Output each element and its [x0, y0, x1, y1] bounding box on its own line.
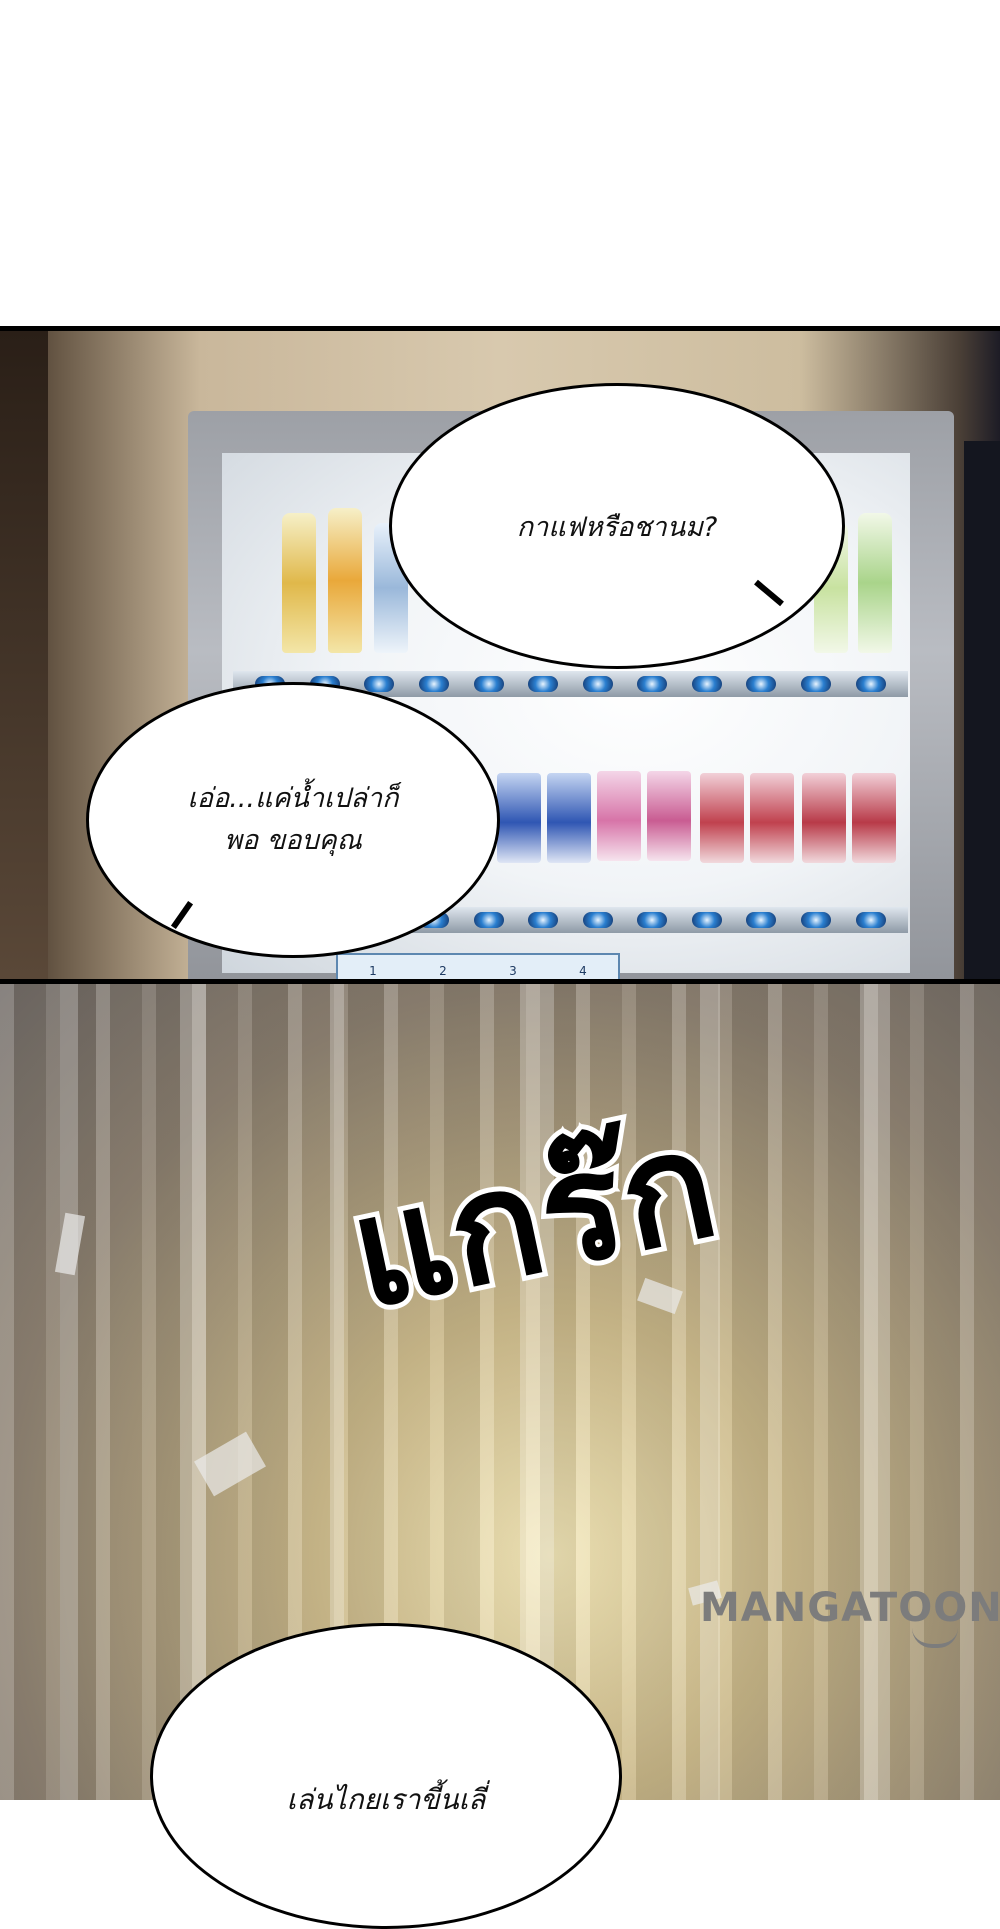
- speech-text-line: เอ่อ...แค่น้ำเปล่าก็: [187, 783, 399, 814]
- selection-button[interactable]: [637, 912, 668, 928]
- watermark-logo: MANGATOON: [700, 1585, 1000, 1631]
- drink-can: [497, 773, 541, 863]
- selection-button[interactable]: [419, 676, 450, 692]
- drink-can: [802, 773, 846, 863]
- drink-can: [852, 773, 896, 863]
- speech-text-partial: เล่นไกยเราขี้นเลี่: [286, 1783, 486, 1816]
- light-streak: [700, 984, 720, 1800]
- selection-button[interactable]: [582, 676, 613, 692]
- speech-bubble-top: กาแฟหรือชานม?: [389, 383, 845, 669]
- drink-bottle: [858, 513, 892, 653]
- wall-shadow-left: [0, 331, 48, 979]
- speech-bubble-left: เอ่อ...แค่น้ำเปล่าก็ พอ ขอบคุณ: [86, 682, 500, 958]
- selection-button[interactable]: [528, 676, 559, 692]
- selection-button[interactable]: [855, 676, 886, 692]
- selection-button[interactable]: [637, 676, 668, 692]
- light-streak: [180, 984, 206, 1800]
- selection-button[interactable]: [691, 676, 722, 692]
- speech-text: กาแฟหรือชานม?: [516, 511, 718, 543]
- speech-bubble-bottom: เล่นไกยเราขี้นเลี่: [150, 1623, 622, 1929]
- dark-object-right: [964, 441, 1000, 979]
- selection-button[interactable]: [801, 912, 832, 928]
- selection-button[interactable]: [801, 676, 832, 692]
- drink-can: [597, 771, 641, 861]
- selection-button[interactable]: [746, 912, 777, 928]
- drink-can: [700, 773, 744, 863]
- selection-button[interactable]: [582, 912, 613, 928]
- top-blank-area: [0, 0, 1000, 326]
- drink-can: [547, 773, 591, 863]
- instruction-step-number: 1: [369, 964, 377, 978]
- selection-button[interactable]: [473, 676, 504, 692]
- drink-bottle: [328, 508, 362, 653]
- selection-button[interactable]: [691, 912, 722, 928]
- selection-button[interactable]: [746, 676, 777, 692]
- drink-bottle: [282, 513, 316, 653]
- selection-button[interactable]: [364, 676, 395, 692]
- selection-button[interactable]: [855, 912, 886, 928]
- speech-text-line: พอ ขอบคุณ: [224, 825, 362, 856]
- light-streak: [60, 984, 78, 1800]
- selection-button[interactable]: [473, 912, 504, 928]
- selection-button[interactable]: [528, 912, 559, 928]
- instruction-step-number: 4: [579, 964, 587, 978]
- drink-can: [750, 773, 794, 863]
- instruction-step-number: 2: [439, 964, 447, 978]
- drink-can: [647, 771, 691, 861]
- vending-instruction-strip: 1 2 3 4: [336, 953, 620, 979]
- instruction-step-number: 3: [509, 964, 517, 978]
- light-streak: [860, 984, 890, 1800]
